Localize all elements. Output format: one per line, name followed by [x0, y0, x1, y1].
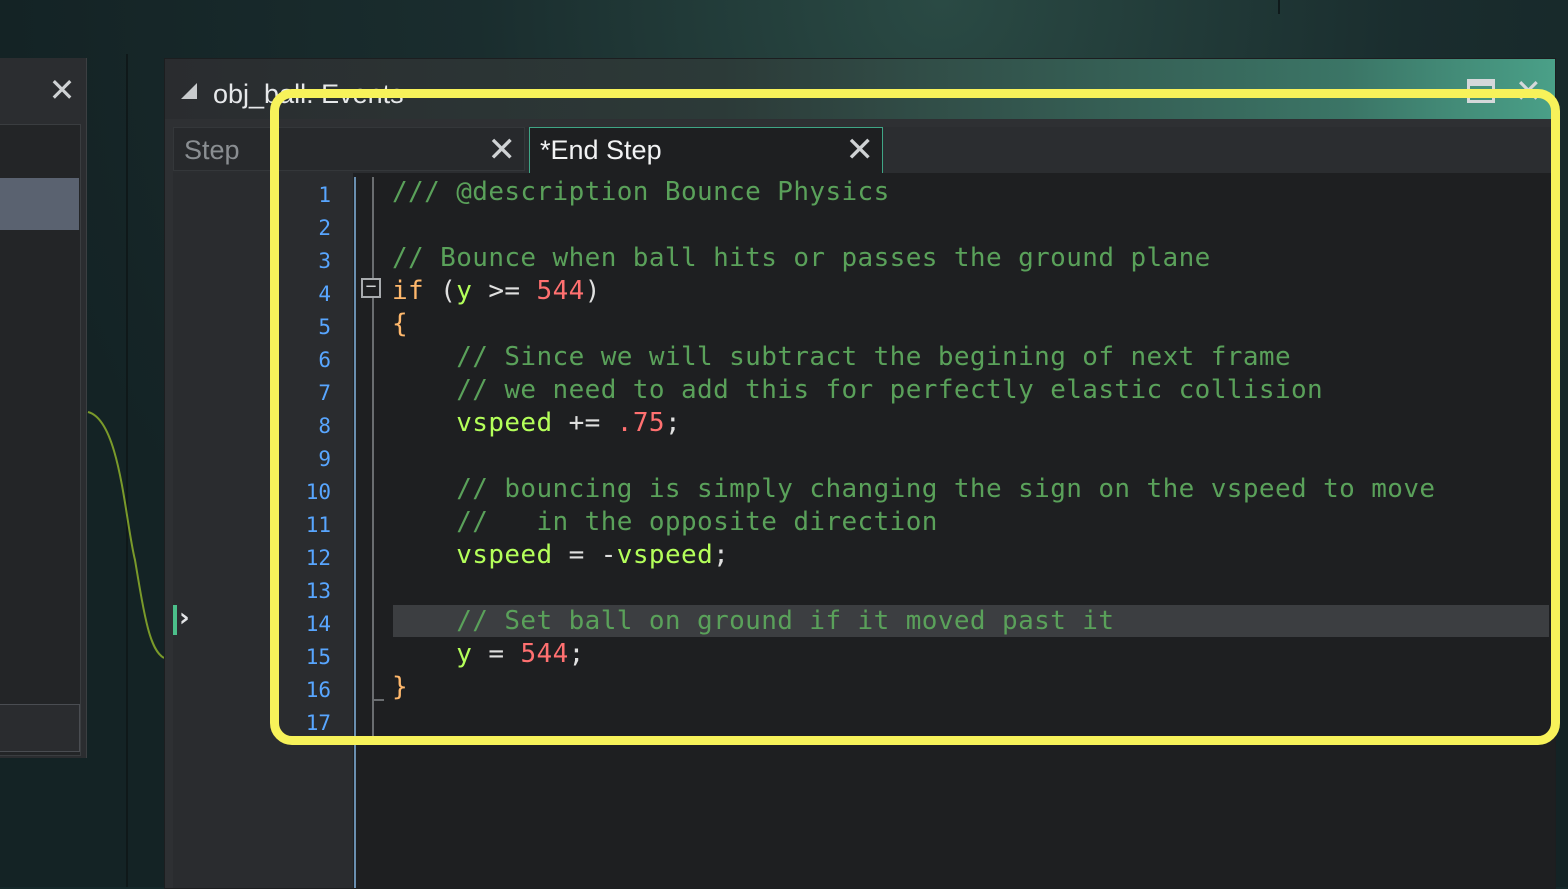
left-panel-selected-item[interactable] — [0, 178, 79, 230]
left-panel: ✕ — [0, 58, 87, 758]
top-divider-tick — [1278, 0, 1280, 14]
left-panel-close-icon[interactable]: ✕ — [46, 74, 78, 106]
tab-step-label: Step — [184, 135, 240, 165]
annotation-highlight-box — [270, 89, 1560, 745]
current-line-marker — [173, 605, 177, 635]
left-panel-input[interactable] — [0, 704, 80, 752]
connection-curve — [87, 411, 165, 659]
resize-grip-icon[interactable] — [181, 83, 197, 99]
current-line-arrow-icon: › — [179, 603, 190, 633]
